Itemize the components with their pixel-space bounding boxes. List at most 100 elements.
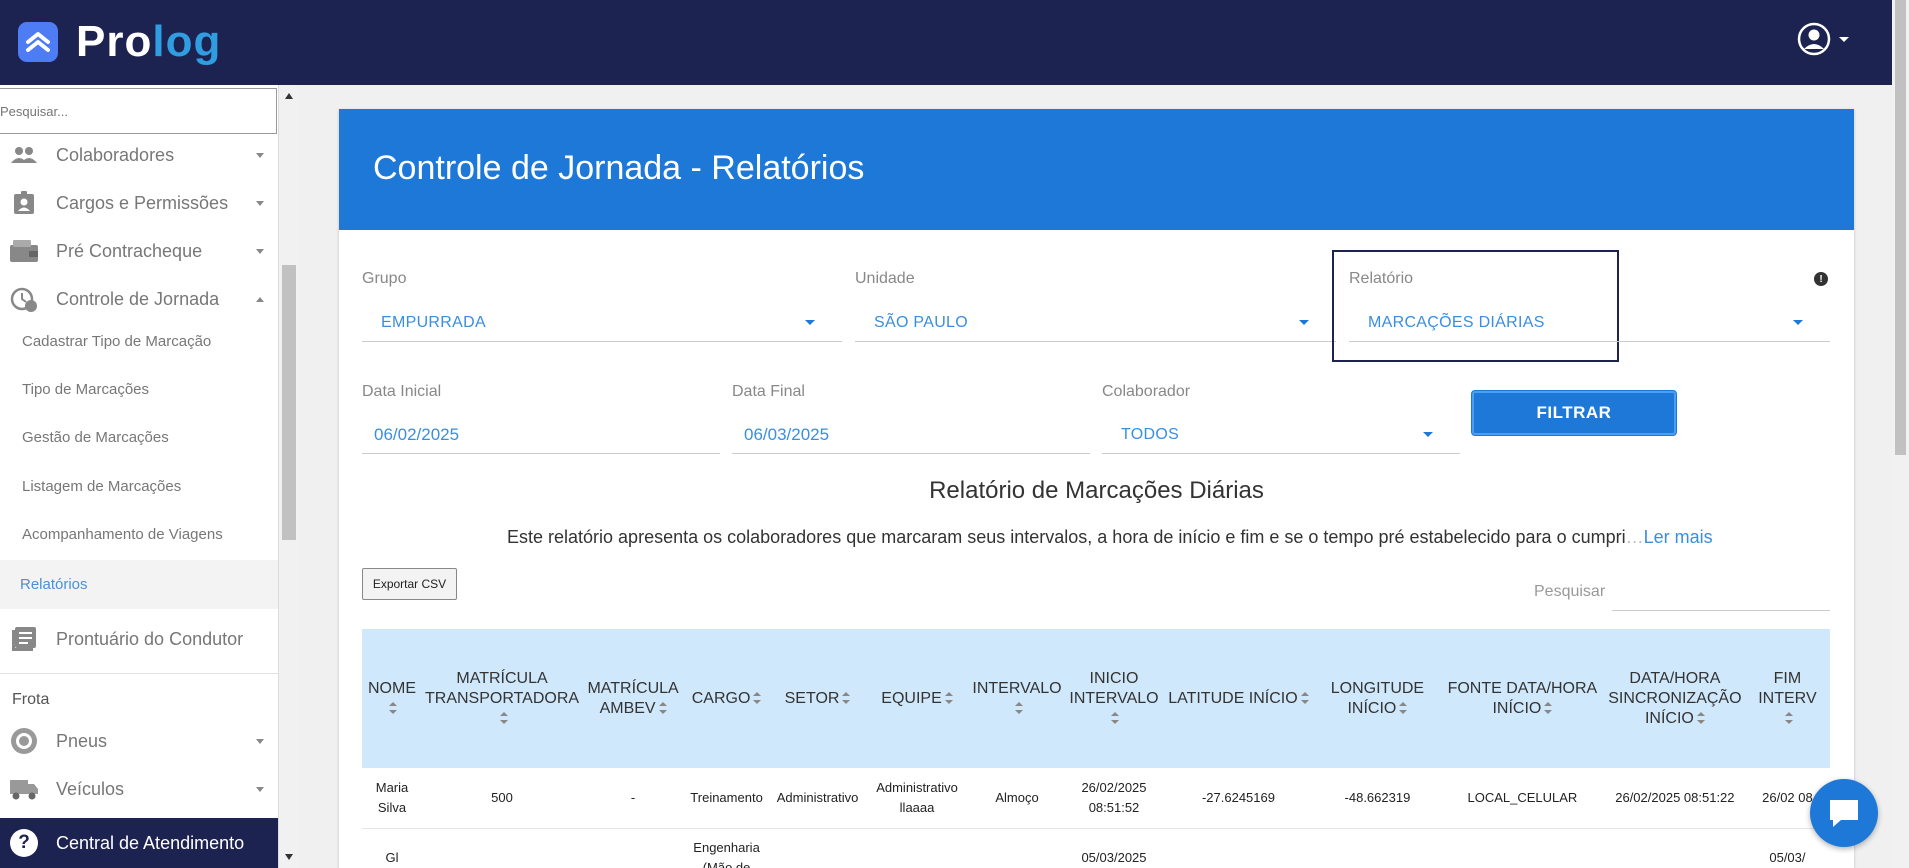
table-search-input[interactable] bbox=[1612, 610, 1830, 611]
sort-icon bbox=[1111, 712, 1120, 725]
card-header: Controle de Jornada - Relatórios bbox=[339, 109, 1854, 230]
sidebar-item-prontuario[interactable]: Prontuário do Condutor bbox=[0, 616, 278, 662]
sort-icon bbox=[1544, 702, 1553, 715]
scroll-down-icon[interactable] bbox=[285, 854, 293, 860]
logo-text: Prolog bbox=[76, 17, 222, 66]
info-icon[interactable]: ! bbox=[1814, 272, 1828, 286]
table-header-row: NOME MATRÍCULA TRANSPORTADORA MATRÍCULA … bbox=[362, 629, 1830, 768]
report-title: Relatório de Marcações Diárias bbox=[929, 477, 1264, 504]
tire-icon bbox=[10, 727, 38, 755]
page-scrollbar[interactable] bbox=[1892, 0, 1909, 868]
sort-icon bbox=[1399, 702, 1408, 715]
chat-support-button[interactable] bbox=[1810, 779, 1878, 847]
scroll-up-icon[interactable] bbox=[285, 93, 293, 99]
data-inicial-label: Data Inicial bbox=[362, 383, 442, 400]
filter-button[interactable]: FILTRAR bbox=[1472, 391, 1676, 435]
relatorio-select[interactable]: MARCAÇÕES DIÁRIAS bbox=[1349, 304, 1830, 342]
sidebar-divider bbox=[0, 673, 278, 674]
sort-icon bbox=[944, 692, 953, 705]
sort-icon bbox=[1300, 692, 1309, 705]
read-more-link[interactable]: Ler mais bbox=[1644, 527, 1713, 547]
col-header[interactable]: LONGITUDE INÍCIO bbox=[1314, 629, 1440, 768]
sort-icon bbox=[1696, 712, 1705, 725]
page-title: Controle de Jornada - Relatórios bbox=[373, 149, 865, 187]
table-row[interactable]: Maria Silva 500 - Treinamento Administra… bbox=[362, 768, 1830, 829]
user-menu[interactable] bbox=[1797, 22, 1849, 56]
dropdown-arrow-icon bbox=[1793, 320, 1803, 325]
sidebar-item-label: Prontuário do Condutor bbox=[56, 628, 244, 649]
table-row[interactable]: Gl Engenharia (Mão de 05/03/2025 05/03/ bbox=[362, 828, 1830, 868]
top-navbar: Prolog bbox=[0, 0, 1909, 85]
col-header[interactable]: SETOR bbox=[769, 629, 867, 768]
export-csv-button[interactable]: Exportar CSV bbox=[362, 568, 457, 600]
subitem-relatorios[interactable]: Relatórios bbox=[0, 560, 278, 609]
grupo-select[interactable]: EMPURRADA bbox=[362, 304, 842, 342]
unidade-select[interactable]: SÃO PAULO bbox=[855, 304, 1336, 342]
data-inicial-field[interactable]: 06/02/2025 bbox=[362, 416, 720, 454]
subitem-cadastrar-tipo[interactable]: Cadastrar Tipo de Marcação bbox=[0, 319, 278, 363]
report-card: Controle de Jornada - Relatórios Grupo E… bbox=[339, 109, 1854, 868]
table-search-label: Pesquisar bbox=[1534, 583, 1606, 600]
sidebar-item-label: Colaboradores bbox=[56, 144, 175, 165]
colaborador-value: TODOS bbox=[1121, 425, 1180, 443]
sort-icon bbox=[753, 692, 762, 705]
chevron-down-icon bbox=[256, 248, 264, 254]
col-header[interactable]: DATA/HORA SINCRONIZAÇÃO INÍCIO bbox=[1604, 629, 1745, 768]
help-center-button[interactable]: ? Central de Atendimento bbox=[0, 818, 278, 868]
sidebar-search-box[interactable] bbox=[0, 88, 277, 134]
sidebar-item-label: Veículos bbox=[56, 778, 125, 799]
sidebar-item-label: Cargos e Permissões bbox=[56, 192, 229, 213]
col-header[interactable]: CARGO bbox=[684, 629, 770, 768]
sidebar-item-pneus[interactable]: Pneus bbox=[0, 718, 278, 764]
sidebar-item-label: Pneus bbox=[56, 730, 108, 751]
col-header[interactable]: MATRÍCULA AMBEV bbox=[582, 629, 685, 768]
people-icon bbox=[10, 141, 38, 169]
sidebar-item-veiculos[interactable]: Veículos bbox=[0, 766, 278, 812]
subitem-acompanhamento-viagens[interactable]: Acompanhamento de Viagens bbox=[0, 512, 278, 556]
document-list-icon bbox=[10, 625, 38, 653]
sidebar-item-controle-jornada[interactable]: Controle de Jornada bbox=[0, 276, 278, 322]
chevron-down-icon bbox=[256, 738, 264, 744]
caret-down-icon bbox=[1839, 36, 1849, 42]
colaborador-select[interactable]: TODOS bbox=[1102, 416, 1460, 454]
chevron-down-icon bbox=[256, 152, 264, 158]
sidebar-scroll-thumb[interactable] bbox=[282, 265, 296, 540]
sort-icon bbox=[1784, 712, 1793, 725]
wallet-icon bbox=[10, 237, 38, 265]
col-header[interactable]: INTERVALO bbox=[968, 629, 1066, 768]
col-header[interactable]: FIM INTERV bbox=[1744, 629, 1830, 768]
sidebar-item-pre-contracheque[interactable]: Pré Contracheque bbox=[0, 228, 278, 274]
sidebar-item-colaboradores[interactable]: Colaboradores bbox=[0, 132, 278, 178]
help-icon: ? bbox=[10, 829, 38, 857]
relatorio-value: MARCAÇÕES DIÁRIAS bbox=[1368, 313, 1545, 331]
sidebar-item-label: Pré Contracheque bbox=[56, 240, 203, 261]
chat-icon bbox=[1830, 800, 1858, 827]
data-final-field[interactable]: 06/03/2025 bbox=[732, 416, 1090, 454]
data-final-label: Data Final bbox=[732, 383, 805, 400]
colaborador-label: Colaborador bbox=[1102, 383, 1191, 400]
sidebar-search-input[interactable] bbox=[0, 89, 276, 133]
truck-icon bbox=[10, 775, 38, 803]
subitem-tipo-marcacoes[interactable]: Tipo de Marcações bbox=[0, 367, 278, 411]
sidebar-scrollbar[interactable] bbox=[278, 85, 298, 868]
subitem-gestao-marcacoes[interactable]: Gestão de Marcações bbox=[0, 415, 278, 459]
col-header[interactable]: MATRÍCULA TRANSPORTADORA bbox=[421, 629, 583, 768]
subitem-listagem-marcacoes[interactable]: Listagem de Marcações bbox=[0, 464, 278, 508]
prolog-logo[interactable]: Prolog bbox=[18, 18, 221, 66]
relatorio-label: Relatório bbox=[1349, 270, 1414, 287]
col-header[interactable]: EQUIPE bbox=[866, 629, 969, 768]
sidebar-item-cargos[interactable]: Cargos e Permissões bbox=[0, 180, 278, 226]
col-header[interactable]: INICIO INTERVALO bbox=[1066, 629, 1162, 768]
logo-mark-icon bbox=[18, 22, 58, 62]
sort-icon bbox=[1014, 702, 1023, 715]
help-center-label: Central de Atendimento bbox=[56, 832, 245, 853]
unidade-value: SÃO PAULO bbox=[874, 313, 968, 331]
col-header[interactable]: FONTE DATA/HORA INÍCIO bbox=[1439, 629, 1605, 768]
page-scroll-thumb[interactable] bbox=[1895, 0, 1906, 455]
chevron-down-icon bbox=[256, 200, 264, 206]
col-header[interactable]: NOME bbox=[362, 629, 422, 768]
dropdown-arrow-icon bbox=[1423, 432, 1433, 437]
col-header[interactable]: LATITUDE INÍCIO bbox=[1161, 629, 1315, 768]
report-table: NOME MATRÍCULA TRANSPORTADORA MATRÍCULA … bbox=[362, 629, 1830, 868]
sidebar-item-label: Controle de Jornada bbox=[56, 288, 220, 309]
